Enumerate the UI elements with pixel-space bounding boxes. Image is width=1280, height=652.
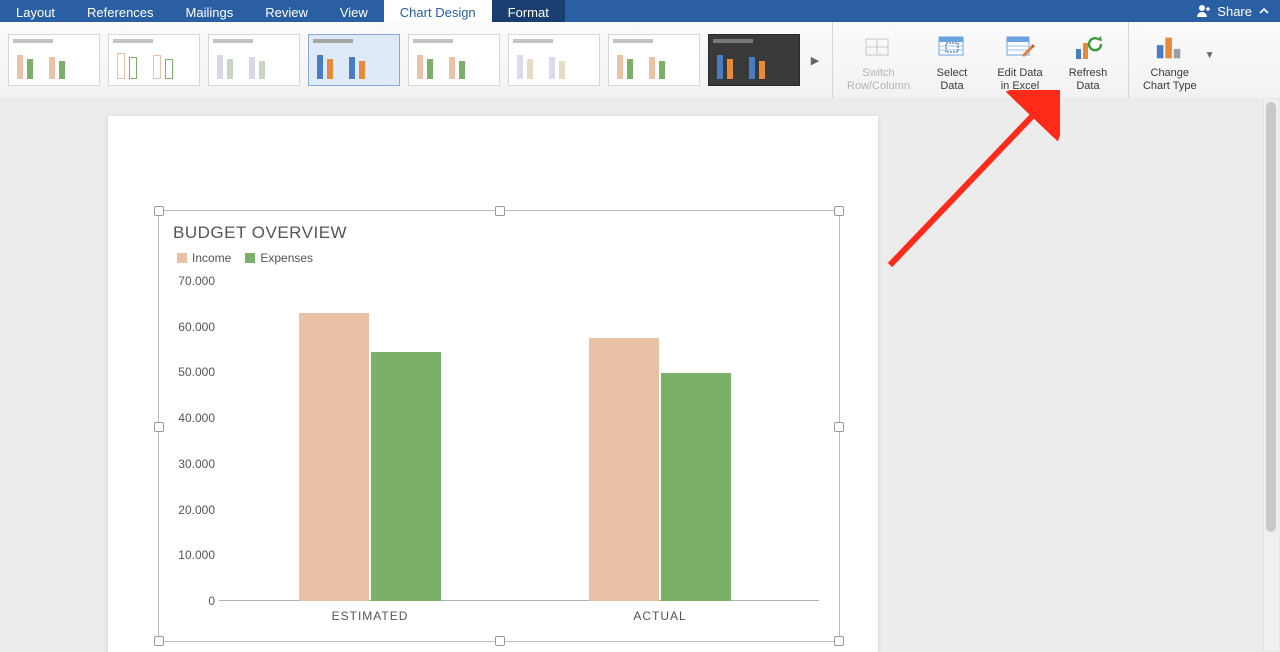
ribbon-tab-strip: Layout References Mailings Review View C… xyxy=(0,0,1280,22)
legend-item-income[interactable]: Income xyxy=(177,251,231,265)
chart-object[interactable]: BUDGET OVERVIEW Income Expenses 70.000 6… xyxy=(158,210,840,642)
chart-style-1[interactable] xyxy=(8,34,100,86)
change-chart-type-dropdown[interactable]: ▼ xyxy=(1205,26,1215,61)
resize-handle-n[interactable] xyxy=(495,206,505,216)
refresh-data-icon xyxy=(1072,31,1104,63)
legend-item-expenses[interactable]: Expenses xyxy=(245,251,313,265)
legend-swatch-expenses xyxy=(245,253,255,263)
change-chart-type-icon xyxy=(1154,31,1186,63)
resize-handle-se[interactable] xyxy=(834,636,844,646)
chevron-up-icon[interactable] xyxy=(1258,5,1270,17)
edit-data-excel-icon xyxy=(1004,31,1036,63)
legend-swatch-income xyxy=(177,253,187,263)
chevron-right-icon: ▶ xyxy=(811,54,819,67)
chart-style-4[interactable] xyxy=(308,34,400,86)
document-area: BUDGET OVERVIEW Income Expenses 70.000 6… xyxy=(0,98,1280,652)
chart-styles-group: ▶ xyxy=(0,22,833,98)
switch-row-column-icon xyxy=(862,31,894,63)
chart-type-group: Change Chart Type ▼ xyxy=(1129,22,1221,98)
legend-label-income: Income xyxy=(192,251,231,265)
bar-actual-expenses[interactable] xyxy=(661,373,731,601)
scrollbar-thumb[interactable] xyxy=(1266,102,1276,532)
legend-label-expenses: Expenses xyxy=(260,251,313,265)
share-button[interactable]: Share xyxy=(1185,0,1280,22)
resize-handle-ne[interactable] xyxy=(834,206,844,216)
resize-handle-nw[interactable] xyxy=(154,206,164,216)
ribbon-body: ▶ Switch Row/Column xyxy=(0,22,1280,99)
tab-format[interactable]: Format xyxy=(492,0,565,22)
tab-chart-design[interactable]: Chart Design xyxy=(384,0,492,22)
tab-layout[interactable]: Layout xyxy=(0,0,71,22)
chart-style-8[interactable] xyxy=(708,34,800,86)
resize-handle-w[interactable] xyxy=(154,422,164,432)
data-group: Switch Row/Column Select Data xyxy=(833,22,1129,98)
select-data-button[interactable]: Select Data xyxy=(918,27,986,93)
document-page[interactable]: BUDGET OVERVIEW Income Expenses 70.000 6… xyxy=(108,116,878,652)
share-label: Share xyxy=(1217,4,1252,19)
refresh-data-button[interactable]: Refresh Data xyxy=(1054,27,1122,93)
chart-style-5[interactable] xyxy=(408,34,500,86)
chart-legend[interactable]: Income Expenses xyxy=(177,251,313,265)
change-chart-type-button[interactable]: Change Chart Type xyxy=(1135,27,1205,93)
chart-style-3[interactable] xyxy=(208,34,300,86)
chart-title[interactable]: BUDGET OVERVIEW xyxy=(173,223,347,243)
y-axis-labels: 70.000 60.000 50.000 40.000 30.000 20.00… xyxy=(169,281,215,601)
bar-estimated-income[interactable] xyxy=(299,313,369,601)
chart-style-6[interactable] xyxy=(508,34,600,86)
share-user-icon xyxy=(1195,4,1211,18)
tab-mailings[interactable]: Mailings xyxy=(170,0,250,22)
switch-row-column-button[interactable]: Switch Row/Column xyxy=(839,27,918,93)
bar-actual-income[interactable] xyxy=(589,338,659,601)
resize-handle-s[interactable] xyxy=(495,636,505,646)
tab-references[interactable]: References xyxy=(71,0,169,22)
select-data-icon xyxy=(936,31,968,63)
tab-view[interactable]: View xyxy=(324,0,384,22)
chart-plot-area[interactable] xyxy=(219,281,819,601)
edit-data-excel-button[interactable]: Edit Data in Excel xyxy=(986,27,1054,93)
bar-estimated-expenses[interactable] xyxy=(371,352,441,601)
chart-style-2[interactable] xyxy=(108,34,200,86)
tab-review[interactable]: Review xyxy=(249,0,324,22)
chart-styles-more[interactable]: ▶ xyxy=(804,54,826,67)
resize-handle-e[interactable] xyxy=(834,422,844,432)
resize-handle-sw[interactable] xyxy=(154,636,164,646)
vertical-scrollbar[interactable] xyxy=(1263,100,1278,650)
chart-style-7[interactable] xyxy=(608,34,700,86)
